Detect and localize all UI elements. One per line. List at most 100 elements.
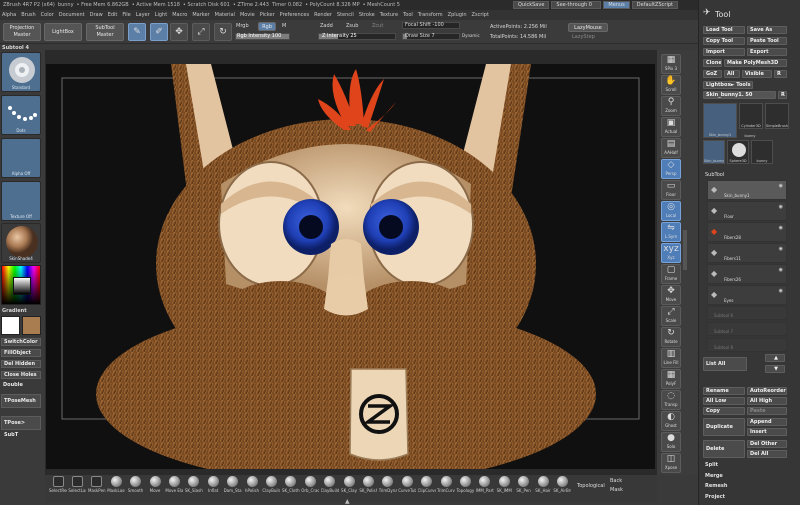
brush-orb-cracks[interactable]: Orb_Cracks — [301, 475, 319, 493]
visible-button[interactable]: Visible — [742, 70, 772, 78]
gradient-label[interactable]: Gradient — [2, 308, 27, 314]
copy-tool-button[interactable]: Copy Tool — [703, 37, 745, 45]
texture-selector[interactable]: Texture Off — [1, 181, 41, 221]
subtool-row[interactable]: ◆ ◉ Fibers26 — [707, 264, 787, 284]
del-other-button[interactable]: Del Other — [747, 440, 787, 448]
menu-item-edit[interactable]: Edit — [108, 12, 118, 18]
zcut-button[interactable]: Zcut — [372, 23, 383, 29]
close-holes-button[interactable]: Close Holes — [1, 371, 41, 379]
zadd-button[interactable]: Zadd — [320, 23, 333, 29]
quicksave-button[interactable]: QuickSave — [513, 1, 550, 9]
menu-item-alpha[interactable]: Alpha — [2, 12, 16, 18]
menu-item-picker[interactable]: Picker — [260, 12, 275, 18]
mask-button[interactable]: Mask — [610, 487, 640, 493]
brush-sk-slash[interactable]: SK_Slash — [185, 475, 203, 493]
menu-item-zplugin[interactable]: Zplugin — [448, 12, 467, 18]
subtool-section-title[interactable]: SubTool — [705, 172, 724, 178]
shelf-persp-button[interactable]: ◇ Persp — [661, 159, 681, 179]
tool-thumb[interactable]: Skin_bunny1 — [703, 140, 725, 164]
tool-thumb[interactable]: Skin_bunny1 — [703, 103, 737, 138]
del-hidden-button[interactable]: Del Hidden — [1, 360, 41, 368]
rotate-button[interactable]: ↻ — [214, 23, 232, 41]
menu-item-movie[interactable]: Movie — [240, 12, 255, 18]
shelf-ghost-button[interactable]: ◐ Ghost — [661, 411, 681, 431]
lightbox-tools-button[interactable]: Lightbox► Tools — [703, 81, 753, 89]
brush-clipcurve[interactable]: ClipCurve — [418, 475, 436, 493]
visibility-eye-icon[interactable]: ◉ — [779, 288, 783, 294]
tool-thumb[interactable]: bunny — [751, 140, 773, 164]
brush-sk-imm[interactable]: SK_IMM — [495, 475, 513, 493]
paste-tool-button[interactable]: Paste Tool — [747, 37, 787, 45]
lazymouse-button[interactable]: LazyMouse — [568, 23, 608, 32]
load-tool-button[interactable]: Load Tool — [703, 26, 745, 34]
switch-color-button[interactable]: SwitchColor — [1, 338, 41, 346]
subtool-row[interactable]: ◆ ◉ Skin_bunny1 — [707, 180, 787, 200]
auto-reorder-button[interactable]: AutoReorder — [747, 387, 787, 395]
m-button[interactable]: M — [282, 23, 286, 29]
brush-claybuildup[interactable]: ClayBuildup — [262, 475, 280, 493]
goz-all-button[interactable]: All — [724, 70, 740, 78]
projection-master-button[interactable]: Projection Master — [3, 23, 41, 41]
copy-button[interactable]: Copy — [703, 407, 745, 415]
list-all-button[interactable]: List All — [703, 357, 747, 371]
menu-item-transform[interactable]: Transform — [418, 12, 443, 18]
menu-item-file[interactable]: File — [122, 12, 130, 18]
save-as-button[interactable]: Save As — [747, 26, 787, 34]
shelf-solo-button[interactable]: ● Solo — [661, 432, 681, 452]
brush-sk-hair[interactable]: SK_Hair — [534, 475, 552, 493]
duplicate-button[interactable]: Duplicate — [703, 418, 745, 436]
tool-panel-pin-icon[interactable]: ✈ — [703, 8, 711, 18]
remesh-section[interactable]: Remesh — [705, 483, 727, 489]
append-button[interactable]: Append — [747, 418, 787, 426]
menu-item-zscript[interactable]: Zscript — [472, 12, 489, 18]
menu-item-color[interactable]: Color — [41, 12, 54, 18]
zsub-button[interactable]: Zsub — [346, 23, 358, 29]
brush-trimcurve[interactable]: TrimCurve — [437, 475, 455, 493]
shelf-line-fill-button[interactable]: ▥ Line Fill — [661, 348, 681, 368]
tool-panel-title[interactable]: Tool — [715, 10, 731, 19]
paste-button[interactable]: Paste — [747, 407, 787, 415]
brush-maskpen[interactable]: MaskPen — [88, 475, 106, 493]
shelf-frame-button[interactable]: ▢ Frame — [661, 264, 681, 284]
menu-item-stencil[interactable]: Stencil — [337, 12, 354, 18]
edit-button[interactable]: ✎ — [128, 23, 146, 41]
visibility-eye-icon[interactable]: ◉ — [779, 204, 783, 210]
default-zscript-button[interactable]: DefaultZScript — [631, 1, 678, 9]
brush-sk-pen[interactable]: SK_Pen — [515, 475, 533, 493]
stroke-selector[interactable]: Dots — [1, 95, 41, 135]
secondary-color-swatch[interactable] — [22, 316, 41, 335]
double-button[interactable]: Double — [1, 382, 41, 390]
brush-sk-airbrush[interactable]: SK_AirBrush — [553, 475, 571, 493]
brush-smooth[interactable]: Smooth — [127, 475, 145, 493]
alpha-selector[interactable]: Alpha Off — [1, 138, 41, 178]
back-button[interactable]: Back — [610, 478, 640, 484]
menu-item-layer[interactable]: Layer — [136, 12, 150, 18]
goz-button[interactable]: GoZ — [703, 70, 722, 78]
visibility-eye-icon[interactable]: ◉ — [779, 225, 783, 231]
menu-item-brush[interactable]: Brush — [21, 12, 35, 18]
brush-move[interactable]: Move — [146, 475, 164, 493]
color-square[interactable] — [13, 277, 31, 295]
brush-sk-clay[interactable]: SK_Clay — [340, 475, 358, 493]
shelf-spix-3-button[interactable]: ▦ SPix 3 — [661, 54, 681, 74]
lazystep-slider[interactable]: LazyStep — [572, 34, 595, 40]
see-through-slider[interactable]: See-through 0 — [551, 1, 602, 9]
export-button[interactable]: Export — [747, 48, 787, 56]
shelf-local-button[interactable]: ◎ Local — [661, 201, 681, 221]
fill-object-button[interactable]: FillObject — [1, 349, 41, 357]
shelf-transp-button[interactable]: ◌ Transp — [661, 390, 681, 410]
import-button[interactable]: Import — [703, 48, 745, 56]
brush-claybuildup[interactable]: ClayBuildup — [321, 475, 339, 493]
menu-item-material[interactable]: Material — [215, 12, 235, 18]
tool-thumb[interactable]: bunny — [739, 130, 761, 138]
subtool-row[interactable]: ◆ ◉ Eyes — [707, 285, 787, 305]
mrgb-button[interactable]: Mrgb — [236, 23, 249, 29]
brush-selectlasso[interactable]: SelectLasso — [68, 475, 86, 493]
subtool-row[interactable]: ◆ ◉ Fibers28 — [707, 222, 787, 242]
menu-item-document[interactable]: Document — [59, 12, 85, 18]
right-shelf-scrollbar[interactable] — [683, 230, 687, 270]
menu-item-marker[interactable]: Marker — [192, 12, 209, 18]
tpose-mesh-button[interactable]: TPoseMesh — [1, 394, 41, 408]
rename-button[interactable]: Rename — [703, 387, 745, 395]
split-section[interactable]: Split — [705, 462, 718, 468]
